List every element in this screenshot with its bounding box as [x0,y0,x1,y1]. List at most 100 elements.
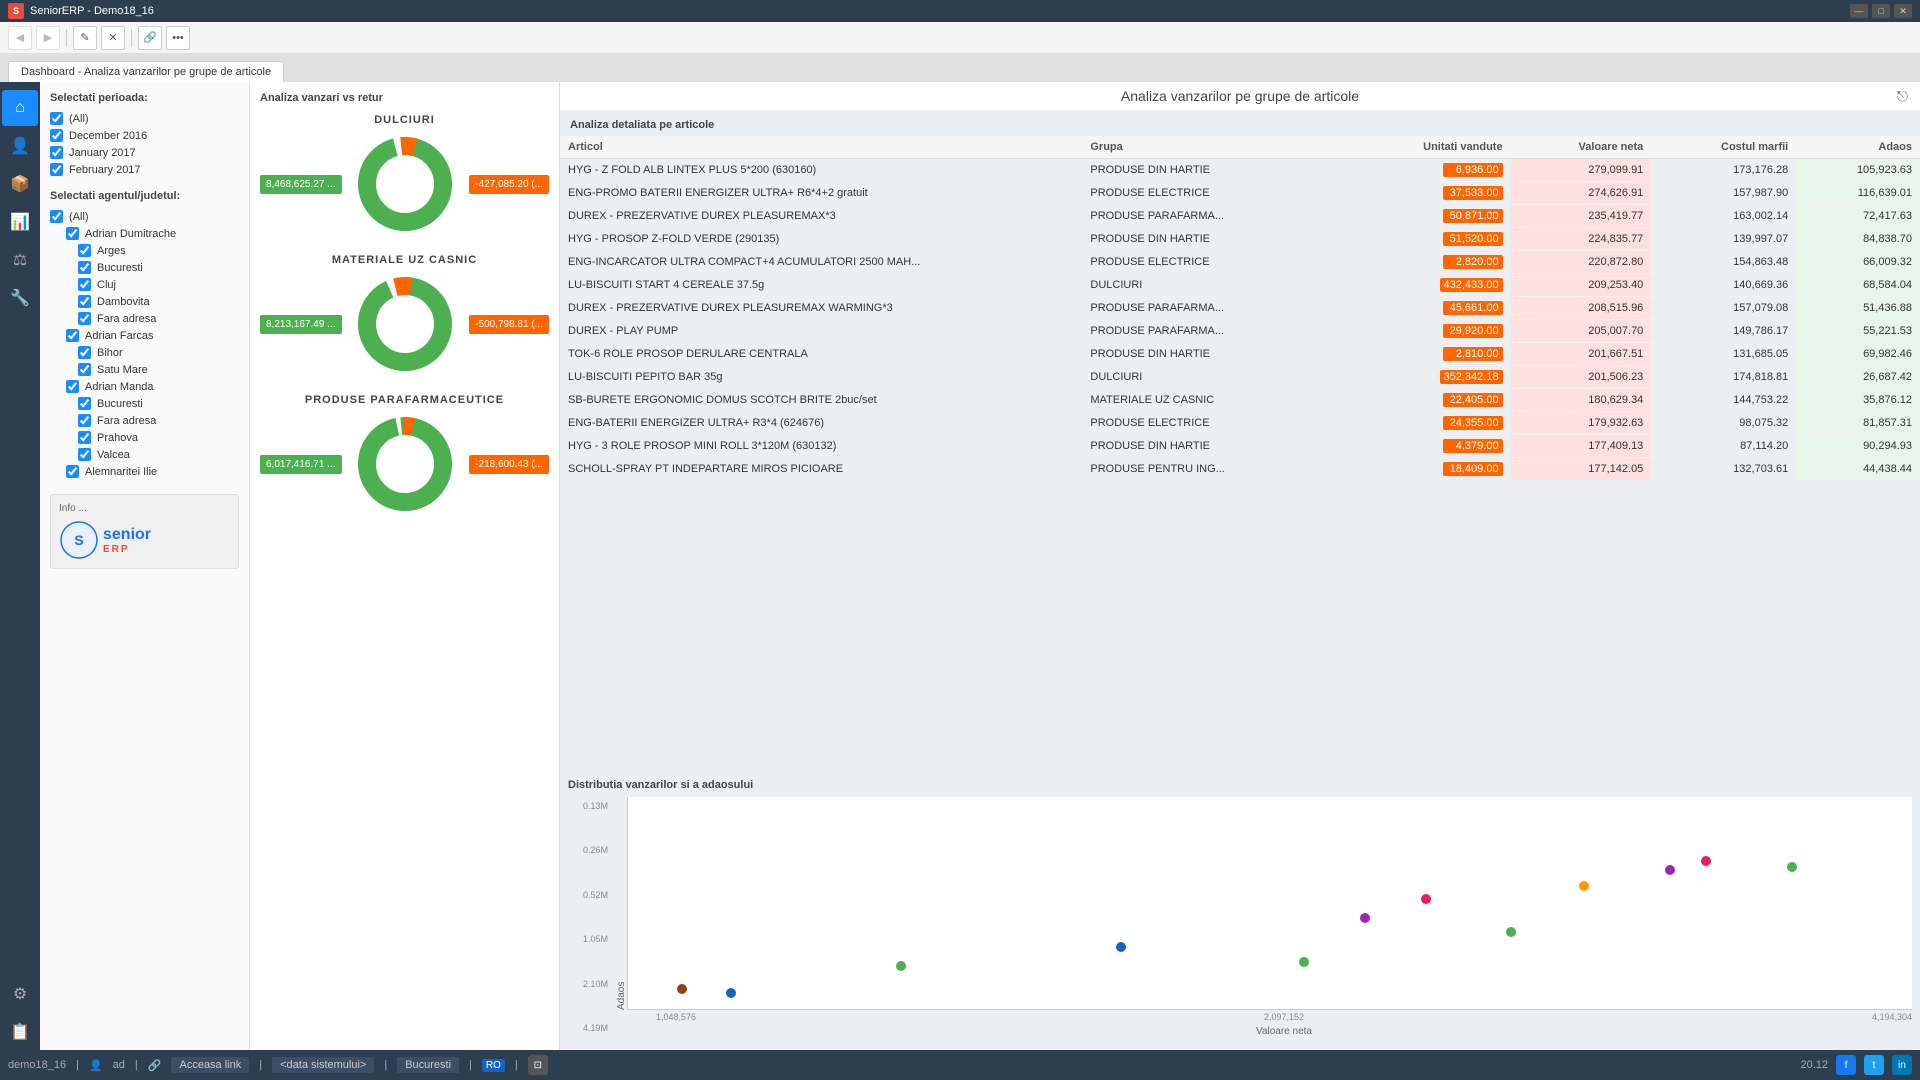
agent-adriand-label: Adrian Dumitrache [85,228,176,240]
table-row: LU-BISCUITI PEPITO BAR 35g DULCIURI 352,… [560,366,1920,389]
agent-prahova-checkbox[interactable] [78,431,91,444]
nav-tool[interactable]: 🔧 [2,280,38,316]
agent-fara-adresa2-label: Fara adresa [97,415,156,427]
statusbar-tw-icon[interactable]: t [1864,1055,1884,1075]
cell-grupa: PRODUSE PARAFARMA... [1082,320,1344,343]
forward-button[interactable]: ▶ [36,26,60,50]
cell-articol: DUREX - PLAY PUMP [560,320,1082,343]
statusbar-agent: ad [113,1059,125,1071]
nav-settings[interactable]: ⚙ [2,976,38,1012]
cell-grupa: PRODUSE PARAFARMA... [1082,205,1344,228]
nav-scale[interactable]: ⚖ [2,242,38,278]
cell-cost: 139,997.07 [1651,228,1796,251]
main-tab[interactable]: Dashboard - Analiza vanzarilor pe grupe … [8,61,284,82]
cell-adaos: 51,436.88 [1796,297,1920,320]
maximize-button[interactable]: □ [1872,4,1890,18]
table-row: HYG - 3 ROLE PROSOP MINI ROLL 3*120M (63… [560,435,1920,458]
nav-home[interactable]: ⌂ [2,90,38,126]
statusbar-lang[interactable]: RO [482,1059,505,1072]
agent-all-checkbox[interactable] [50,210,63,223]
statusbar-user: demo18_16 [8,1059,66,1071]
statusbar-location-btn[interactable]: Bucuresti [397,1057,459,1073]
y-tick-4: 1.05M [568,934,608,944]
cell-unitati: 37,533.00 [1344,182,1510,205]
cell-adaos: 55,221.53 [1796,320,1920,343]
agent-arges-checkbox[interactable] [78,244,91,257]
agent-dambovita: Dambovita [78,295,239,308]
more-button[interactable]: ••• [166,26,190,50]
agent-alemnariti-checkbox[interactable] [66,465,79,478]
donut-materiale-row: 8,213,167.49 ... -500,798.81 (... [260,274,549,374]
page-title-bar: Analiza vanzarilor pe grupe de articole … [560,82,1920,111]
cell-articol: LU-BISCUITI START 4 CEREALE 37.5g [560,274,1082,297]
info-box: Info ... S senior ERP [50,494,239,569]
link-button[interactable]: 🔗 [138,26,162,50]
cell-adaos: 72,417.63 [1796,205,1920,228]
period-dec2016-checkbox[interactable] [50,129,63,142]
agent-bucuresti2: Bucuresti [78,397,239,410]
detail-table-title: Analiza detaliata pe articole [560,111,1920,136]
agent-fara-adresa2-checkbox[interactable] [78,414,91,427]
detail-table: Articol Grupa Unitati vandute Valoare ne… [560,136,1920,481]
agent-satumare-checkbox[interactable] [78,363,91,376]
cell-articol: TOK-6 ROLE PROSOP DERULARE CENTRALA [560,343,1082,366]
period-jan2017-checkbox[interactable] [50,146,63,159]
agent-cluj-label: Cluj [97,279,116,291]
agent-adrianm-checkbox[interactable] [66,380,79,393]
agent-fara-adresa2: Fara adresa [78,414,239,427]
statusbar-link-btn[interactable]: Acceasa link [171,1057,249,1073]
cell-articol: DUREX - PREZERVATIVE DUREX PLEASUREMAX*3 [560,205,1082,228]
agent-adrianf-label: Adrian Farcas [85,330,153,342]
close-button[interactable]: ✕ [1894,4,1912,18]
statusbar-li-icon[interactable]: in [1892,1055,1912,1075]
agent-prahova-label: Prahova [97,432,138,444]
detail-table-area: Analiza detaliata pe articole Articol Gr… [560,111,1920,770]
statusbar-screen-icon[interactable]: ⊡ [528,1055,548,1075]
agent-cluj: Cluj [78,278,239,291]
agent-dambovita-checkbox[interactable] [78,295,91,308]
nav-chart[interactable]: 📊 [2,204,38,240]
table-row: LU-BISCUITI START 4 CEREALE 37.5g DULCIU… [560,274,1920,297]
agent-bucuresti: Bucuresti [78,261,239,274]
agent-fara-adresa1-checkbox[interactable] [78,312,91,325]
agent-valcea-checkbox[interactable] [78,448,91,461]
nav-box[interactable]: 📦 [2,166,38,202]
agent-bucuresti2-checkbox[interactable] [78,397,91,410]
cell-articol: SCHOLL-SPRAY PT INDEPARTARE MIROS PICIOA… [560,458,1082,481]
cell-cost: 174,818.81 [1651,366,1796,389]
nav-user[interactable]: 👤 [2,128,38,164]
agent-bucuresti-checkbox[interactable] [78,261,91,274]
share-icon[interactable]: ⎋ [1897,88,1908,105]
agent-valcea: Valcea [78,448,239,461]
main-layout: ⌂ 👤 📦 📊 ⚖ 🔧 ⚙ 📋 Selectati perioada: (All… [0,82,1920,1050]
edit-button[interactable]: ✎ [73,26,97,50]
delete-button[interactable]: ✕ [101,26,125,50]
y-tick-6: 4.19M [568,1023,608,1033]
table-row: ENG-PROMO BATERII ENERGIZER ULTRA+ R6*4+… [560,182,1920,205]
minimize-button[interactable]: — [1850,4,1868,18]
y-axis-label: Adaos [612,797,627,1010]
table-row: DUREX - PLAY PUMP PRODUSE PARAFARMA... 2… [560,320,1920,343]
back-button[interactable]: ◀ [8,26,32,50]
donut-dulciuri-row: 8,468,625.27 ... -427,085.20 (... [260,134,549,234]
donut-dulciuri-chart [350,134,462,234]
statusbar-fb-icon[interactable]: f [1836,1055,1856,1075]
nav-list[interactable]: 📋 [2,1014,38,1050]
agent-fara-adresa1-label: Fara adresa [97,313,156,325]
statusbar-date-btn[interactable]: <data sistemului> [272,1057,374,1073]
cell-adaos: 105,923.63 [1796,159,1920,182]
cell-articol: ENG-INCARCATOR ULTRA COMPACT+4 ACUMULATO… [560,251,1082,274]
table-row: SB-BURETE ERGONOMIC DOMUS SCOTCH BRITE 2… [560,389,1920,412]
table-row: HYG - PROSOP Z-FOLD VERDE (290135) PRODU… [560,228,1920,251]
period-all-checkbox[interactable] [50,112,63,125]
statusbar-sep5: | [469,1059,472,1071]
agent-adrianf-checkbox[interactable] [66,329,79,342]
cell-unitati: 2,810.00 [1344,343,1510,366]
agent-cluj-checkbox[interactable] [78,278,91,291]
agent-adriand-checkbox[interactable] [66,227,79,240]
table-row: DUREX - PREZERVATIVE DUREX PLEASUREMAX W… [560,297,1920,320]
agent-bihor-checkbox[interactable] [78,346,91,359]
period-feb2017-checkbox[interactable] [50,163,63,176]
agent-bucuresti2-label: Bucuresti [97,398,143,410]
table-row: SCHOLL-SPRAY PT INDEPARTARE MIROS PICIOA… [560,458,1920,481]
